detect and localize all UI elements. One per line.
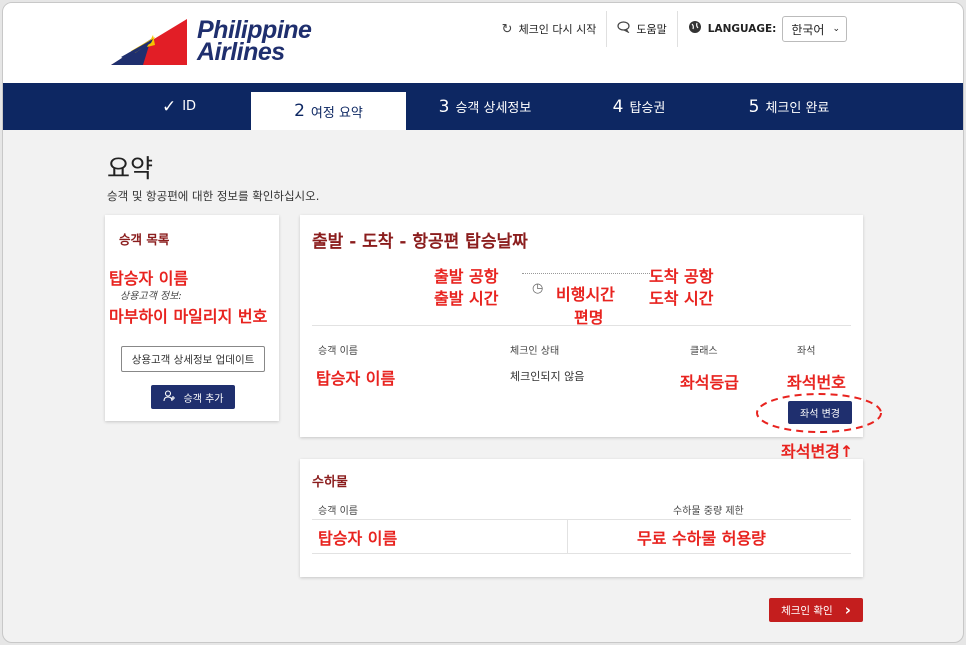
step-number: 2 (294, 101, 305, 121)
col-seat: 좌석 (797, 346, 816, 357)
confirm-checkin-button[interactable]: 체크인 확인 › (769, 598, 863, 622)
step-number: 4 (612, 96, 624, 117)
chevron-down-icon: ⌄ (832, 24, 840, 34)
step-label: 체크인 완료 (765, 101, 830, 116)
passenger-list-card: 승객 목록 탑승자 이름 상용고객 정보: 마부하이 마일리지 번호 상용고객 … (105, 215, 279, 421)
refresh-icon: ↻ (501, 21, 513, 37)
step-number: 5 (748, 96, 760, 117)
airline-logo[interactable]: Philippine Airlines (107, 17, 327, 69)
step-number: 3 (438, 96, 450, 117)
language-value: 한국어 (791, 22, 825, 37)
frequent-flyer-label: 상용고객 정보: (120, 291, 182, 302)
page-title: 요약 (107, 154, 154, 183)
help-label: 도움말 (636, 23, 667, 36)
add-passenger-label: 승객 추가 (183, 393, 224, 405)
divider (312, 325, 851, 326)
column-divider (567, 519, 568, 553)
confirm-checkin-label: 체크인 확인 (781, 604, 833, 617)
route-line (522, 273, 650, 274)
help-link[interactable]: 도움말 (606, 11, 676, 47)
baggage-allowance-cell: 무료 수하물 허용량 (637, 529, 766, 548)
chevron-right-icon: › (844, 601, 851, 619)
language-select[interactable]: 한국어 ⌄ (782, 16, 847, 42)
airline-name-line2: Airlines (197, 38, 285, 66)
arrival-time: 도착 시간 (649, 289, 714, 308)
col-baggage-passenger-name: 승객 이름 (318, 506, 358, 517)
top-nav: ↻ 체크인 다시 시작 도움말 LANGUAGE: 한국어 ⌄ (492, 11, 857, 47)
flight-route-title: 출발 - 도착 - 항공편 탑승날짜 (312, 232, 528, 252)
flight-duration: 비행시간 (556, 285, 615, 304)
globe-icon (688, 20, 702, 38)
seat-class-cell: 좌석등급 (680, 373, 739, 392)
change-seat-label: 좌석 변경 (800, 409, 840, 420)
step-id-label: ID (182, 99, 197, 114)
step-label: 승객 상세정보 (455, 101, 532, 116)
page-subtitle: 승객 및 항공편에 대한 정보를 확인하십시오. (107, 189, 320, 203)
update-frequent-flyer-label: 상용고객 상세정보 업데이트 (131, 353, 255, 366)
checkmark-icon: ✓ (161, 96, 177, 117)
update-frequent-flyer-button[interactable]: 상용고객 상세정보 업데이트 (121, 346, 265, 372)
restart-checkin-link[interactable]: ↻ 체크인 다시 시작 (492, 11, 607, 47)
step-label: 여정 요약 (310, 105, 363, 121)
logo-mark-icon (111, 19, 187, 65)
baggage-card: 수하물 승객 이름 수하물 중량 제한 탑승자 이름 무료 수하물 허용량 (300, 459, 863, 577)
departure-time: 출발 시간 (434, 289, 499, 308)
language-selector-group: LANGUAGE: 한국어 ⌄ (676, 11, 857, 47)
add-person-icon (162, 389, 176, 405)
airline-name: Philippine Airlines (197, 18, 312, 66)
arrival-airport: 도착 공항 (649, 267, 714, 286)
flight-summary-card: 출발 - 도착 - 항공편 탑승날짜 출발 공항 출발 시간 ◷ 비행시간 편명… (300, 215, 882, 437)
restart-checkin-label: 체크인 다시 시작 (518, 23, 597, 36)
passenger-name-annotation: 탑승자 이름 (109, 269, 189, 288)
step-id[interactable]: ✓ ID (107, 83, 251, 130)
step-passenger-details[interactable]: 3 승객 상세정보 (406, 83, 564, 130)
app-window: Philippine Airlines ↻ 체크인 다시 시작 도움말 LANG… (2, 2, 964, 643)
language-label: LANGUAGE: (707, 23, 777, 35)
step-boarding-pass[interactable]: 4 탑승권 (564, 83, 714, 130)
passenger-list-title: 승객 목록 (119, 232, 170, 247)
divider (312, 519, 851, 520)
change-seat-button[interactable]: 좌석 변경 (788, 401, 852, 424)
col-baggage-limit: 수하물 중량 제한 (673, 506, 744, 517)
step-trip-summary[interactable]: 2 여정 요약 (251, 92, 406, 130)
clock-icon: ◷ (532, 281, 544, 296)
add-passenger-button[interactable]: 승객 추가 (151, 385, 235, 409)
passenger-name-cell: 탑승자 이름 (316, 369, 396, 388)
departure-airport: 출발 공항 (434, 267, 499, 286)
col-passenger-name: 승객 이름 (318, 346, 358, 357)
col-checkin-status: 체크인 상태 (510, 346, 560, 357)
mileage-number-annotation: 마부하이 마일리지 번호 (109, 307, 268, 326)
step-label: 탑승권 (629, 101, 666, 116)
checkin-status-cell: 체크인되지 않음 (510, 370, 585, 383)
baggage-title: 수하물 (312, 475, 348, 490)
seat-number-cell: 좌석번호 (787, 373, 846, 392)
chat-bubble-icon (617, 21, 631, 37)
header: Philippine Airlines ↻ 체크인 다시 시작 도움말 LANG… (3, 3, 963, 83)
step-checkin-complete[interactable]: 5 체크인 완료 (714, 83, 864, 130)
progress-steps: ✓ ID 2 여정 요약 3 승객 상세정보 4 탑승권 5 체크인 완료 (3, 83, 963, 130)
divider (312, 553, 851, 554)
col-class: 클래스 (690, 346, 718, 357)
baggage-passenger-name-cell: 탑승자 이름 (318, 529, 398, 548)
